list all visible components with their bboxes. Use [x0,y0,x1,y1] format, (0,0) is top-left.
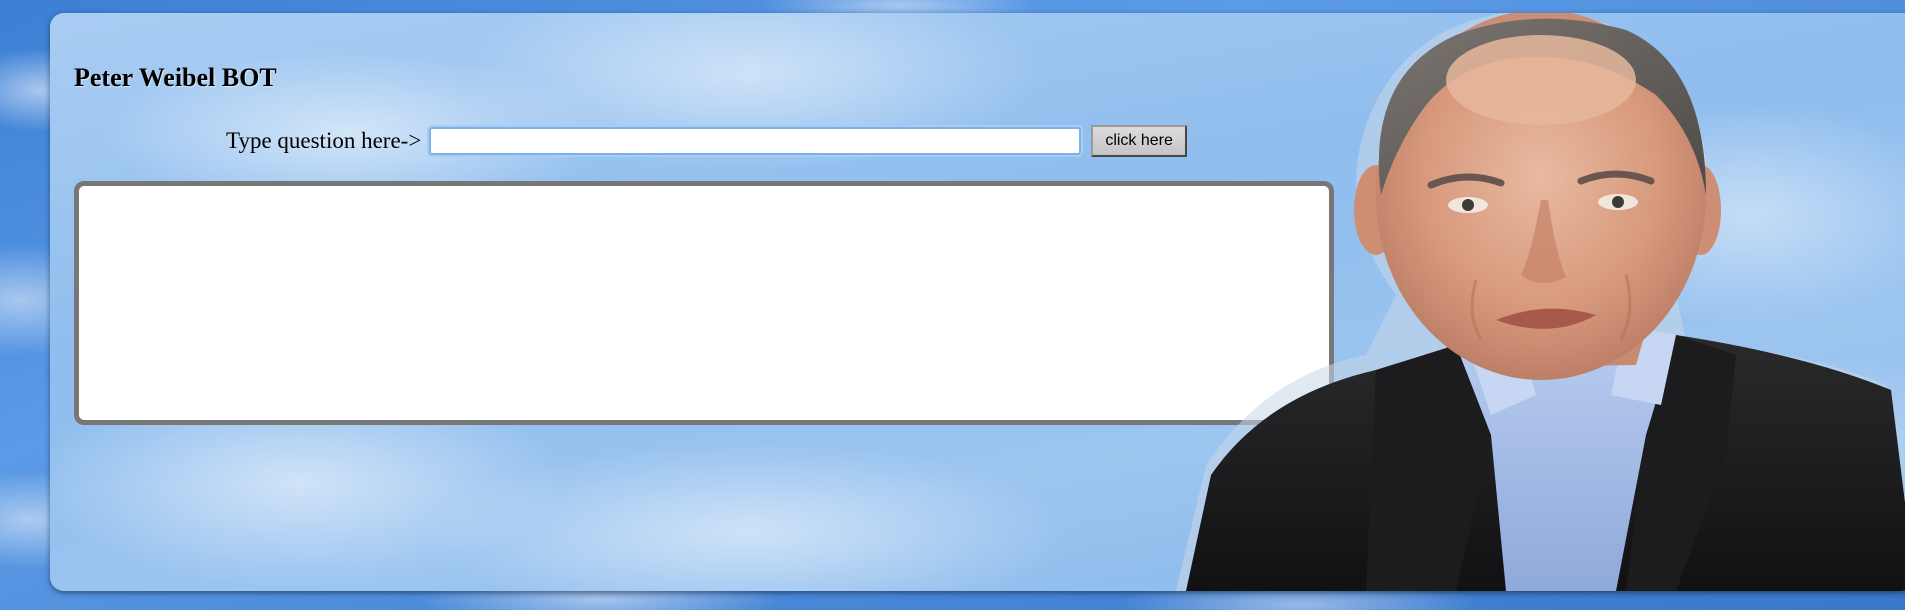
page-title: Peter Weibel BOT [74,63,277,92]
portrait-image [1176,13,1905,591]
question-label: Type question here-> [226,128,422,153]
question-input[interactable] [427,125,1084,157]
page-panel: Peter Weibel BOT Type question here-> cl… [50,13,1905,591]
